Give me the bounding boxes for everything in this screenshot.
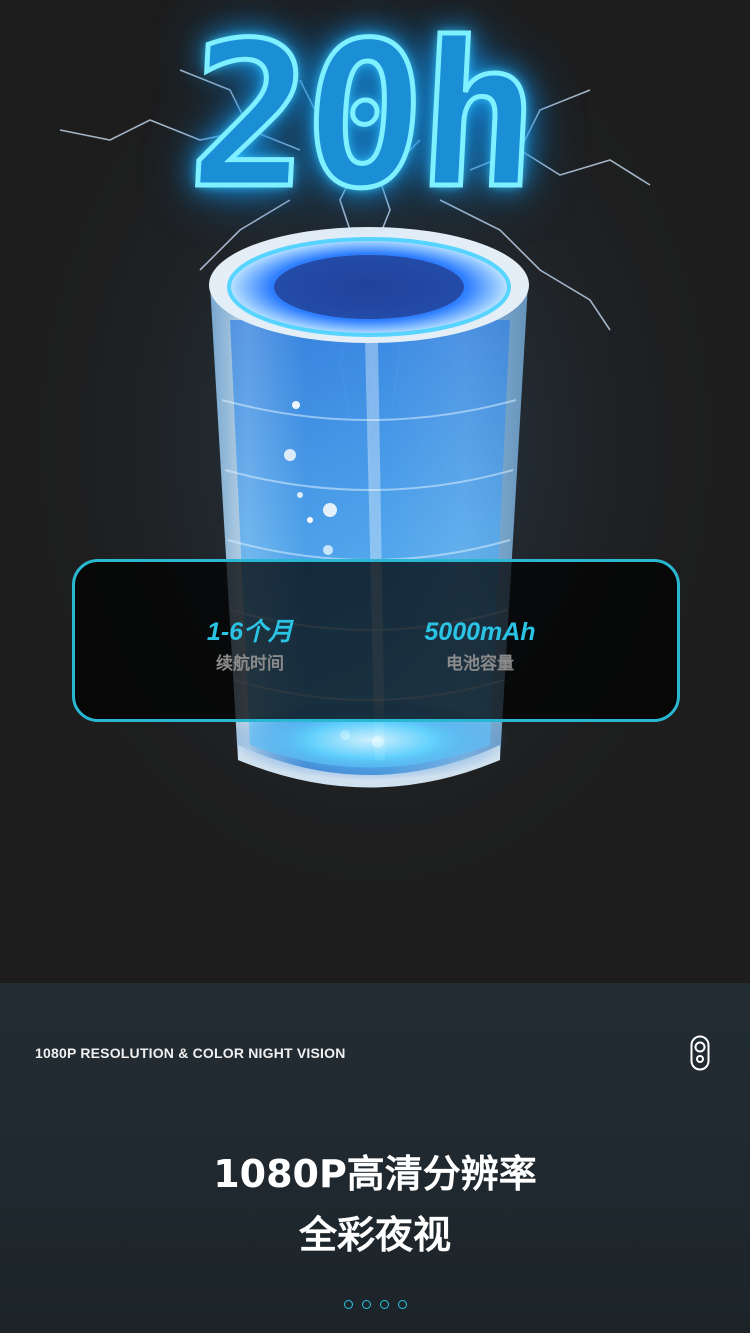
- feature-title-line2: 全彩夜视: [298, 1213, 451, 1257]
- pagination-dot[interactable]: [380, 1300, 389, 1309]
- night-vision-feature-section: 1080P RESOLUTION & COLOR NIGHT VISION 10…: [0, 983, 750, 1333]
- pagination-dot[interactable]: [344, 1300, 353, 1309]
- feature-subtitle-en: 1080P RESOLUTION & COLOR NIGHT VISION: [35, 1045, 346, 1061]
- stat-label: 续航时间: [216, 654, 284, 674]
- stat-battery-capacity: 5000mAh 电池容量: [380, 617, 580, 675]
- stat-value: 1-6个月: [206, 618, 294, 646]
- battery-stats-card: 1-6个月 续航时间 5000mAh 电池容量: [72, 559, 680, 722]
- camera-icon: [690, 1035, 710, 1071]
- pagination-dot[interactable]: [398, 1300, 407, 1309]
- battery-hours-headline: 20h: [181, 0, 541, 236]
- pagination-dot[interactable]: [362, 1300, 371, 1309]
- stat-value: 5000mAh: [424, 618, 536, 646]
- battery-hero-section: 20h 1-6个月 续航时间 5000mAh 电池容量: [0, 0, 750, 983]
- stat-label: 电池容量: [446, 654, 514, 674]
- feature-title-line1: 1080P高清分辨率: [213, 1152, 537, 1196]
- stat-battery-life: 1-6个月 续航时间: [150, 617, 350, 675]
- pagination-dots: [344, 1300, 407, 1312]
